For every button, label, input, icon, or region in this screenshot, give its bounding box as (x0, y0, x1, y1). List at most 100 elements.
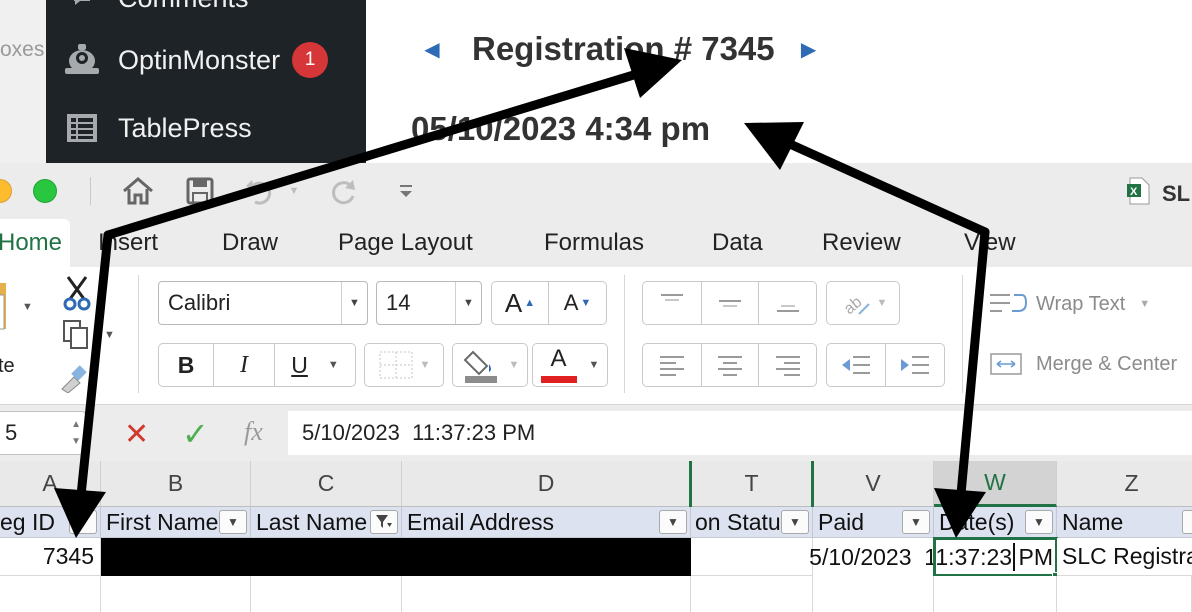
chevron-down-icon[interactable]: ▼ (22, 301, 33, 313)
header-cell-reg-id[interactable]: eg ID ▼ (0, 507, 101, 538)
customize-toolbar-icon[interactable] (392, 175, 420, 207)
zoom-button[interactable] (33, 179, 57, 203)
align-left-button[interactable] (642, 343, 702, 387)
header-cell-first-name[interactable]: First Name ▼ (101, 507, 251, 538)
column-header-v[interactable]: V (813, 461, 934, 507)
header-label: Date(s) (939, 508, 1015, 535)
empty-cell[interactable] (101, 576, 251, 612)
filter-dropdown-icon[interactable]: ▼ (219, 510, 247, 534)
redo-icon[interactable] (324, 175, 364, 207)
formula-input[interactable]: 5/10/2023 11:37:23 PM (288, 411, 1192, 455)
empty-cell[interactable] (813, 576, 934, 612)
merge-center-label: Merge & Center (1036, 352, 1178, 375)
header-label: on Status (695, 508, 793, 535)
paste-icon[interactable] (0, 281, 10, 346)
tab-draw[interactable]: Draw (222, 219, 278, 267)
filter-dropdown-icon[interactable]: ▼ (781, 510, 809, 534)
chevron-down-icon: ▼ (455, 282, 481, 324)
minimize-button[interactable] (0, 179, 12, 203)
decrease-indent-button[interactable] (826, 343, 886, 387)
header-cell-name[interactable]: Name ▼ (1057, 507, 1192, 538)
bold-button[interactable]: B (158, 343, 214, 387)
column-header-t[interactable]: T (691, 461, 813, 507)
decrease-font-size-button[interactable]: A ▼ (548, 281, 607, 325)
filter-dropdown-icon[interactable]: ▼ (1025, 510, 1053, 534)
column-header-a[interactable]: A (0, 461, 101, 507)
copy-icon[interactable] (62, 319, 92, 356)
column-header-d[interactable]: D (402, 461, 691, 507)
tab-page-layout[interactable]: Page Layout (338, 219, 473, 267)
empty-cell[interactable] (691, 576, 813, 612)
column-header-w[interactable]: W (934, 461, 1057, 507)
font-size-select[interactable]: 14 ▼ (376, 281, 482, 325)
align-right-button[interactable] (758, 343, 817, 387)
filter-dropdown-icon[interactable]: ▼ (902, 510, 930, 534)
filter-dropdown-icon[interactable]: ▼ (1182, 510, 1192, 534)
sidebar-item-tablepress[interactable]: TablePress (46, 108, 366, 148)
previous-arrow-icon[interactable]: ◀ (420, 37, 444, 62)
merge-center-button[interactable]: Merge & Center (988, 351, 1177, 377)
empty-cell[interactable] (402, 576, 691, 612)
wrap-text-button[interactable]: Wrap Text ▼ (988, 291, 1150, 317)
format-painter-icon[interactable] (58, 363, 88, 398)
increase-font-size-button[interactable]: A ▲ (491, 281, 549, 325)
undo-icon[interactable] (240, 175, 280, 207)
optinmonster-icon (60, 40, 104, 80)
next-arrow-icon[interactable]: ▶ (797, 37, 821, 62)
align-center-button[interactable] (701, 343, 759, 387)
header-cell-last-name[interactable]: Last Name (251, 507, 402, 538)
chevron-down-icon: ▼ (508, 359, 520, 371)
cancel-icon[interactable]: ✕ (124, 417, 149, 452)
save-icon[interactable] (182, 175, 218, 207)
cell-name[interactable]: SLC Registration (1057, 538, 1192, 576)
home-icon[interactable] (118, 175, 158, 207)
insert-function-icon[interactable]: fx (244, 417, 263, 447)
tab-data[interactable]: Data (712, 219, 763, 267)
web-page-area: oxes Comments OptinMonster 1 (0, 0, 1192, 163)
chevron-down-icon[interactable]: ▼ (104, 329, 115, 341)
borders-button[interactable]: ▼ (364, 343, 444, 387)
cell-reg-id[interactable]: 7345 (0, 538, 101, 576)
font-name-select[interactable]: Calibri ▼ (158, 281, 368, 325)
column-header-z[interactable]: Z (1057, 461, 1192, 507)
empty-cell[interactable] (0, 576, 101, 612)
header-label: eg ID (0, 508, 55, 535)
enter-check-icon[interactable]: ✓ (182, 415, 209, 453)
font-color-button[interactable]: A ▼ (532, 343, 608, 387)
header-label: Last Name (256, 508, 368, 535)
header-cell-email[interactable]: Email Address ▼ (402, 507, 691, 538)
top-align-button[interactable] (642, 281, 702, 325)
italic-button[interactable]: I (213, 343, 275, 387)
tab-insert[interactable]: Insert (98, 219, 158, 267)
name-box[interactable]: 5 ▲ ▼ (0, 411, 86, 455)
empty-cell[interactable] (934, 576, 1057, 612)
sidebar-item-optinmonster[interactable]: OptinMonster 1 (46, 40, 366, 80)
stepper-icon[interactable]: ▲ ▼ (71, 416, 81, 450)
merge-center-icon (990, 353, 1022, 375)
header-cell-registration-status[interactable]: on Status ▼ (691, 507, 813, 538)
filter-dropdown-icon[interactable]: ▼ (69, 510, 97, 534)
cut-icon[interactable] (60, 275, 94, 316)
sidebar-item-comments[interactable]: Comments (46, 0, 366, 18)
chevron-down-icon[interactable]: ▼ (286, 175, 302, 207)
bottom-align-button[interactable] (758, 281, 817, 325)
orientation-button[interactable]: ab ▼ (826, 281, 900, 325)
filter-dropdown-icon[interactable]: ▼ (659, 510, 687, 534)
hidden-columns-marker (689, 461, 692, 507)
chevron-down-icon: ▼ (341, 282, 367, 324)
empty-cell[interactable] (1057, 576, 1192, 612)
tab-home[interactable]: Home (0, 219, 70, 267)
header-cell-paid[interactable]: Paid ▼ (813, 507, 934, 538)
tab-formulas[interactable]: Formulas (544, 219, 644, 267)
filter-active-icon[interactable] (370, 510, 398, 534)
tab-review[interactable]: Review (822, 219, 901, 267)
middle-align-button[interactable] (701, 281, 759, 325)
empty-cell[interactable] (251, 576, 402, 612)
underline-button[interactable]: U ▼ (274, 343, 356, 387)
column-header-b[interactable]: B (101, 461, 251, 507)
fill-color-button[interactable]: ▼ (452, 343, 528, 387)
column-header-c[interactable]: C (251, 461, 402, 507)
increase-indent-button[interactable] (885, 343, 945, 387)
tab-view[interactable]: View (964, 219, 1016, 267)
header-cell-dates[interactable]: Date(s) ▼ (934, 507, 1057, 538)
